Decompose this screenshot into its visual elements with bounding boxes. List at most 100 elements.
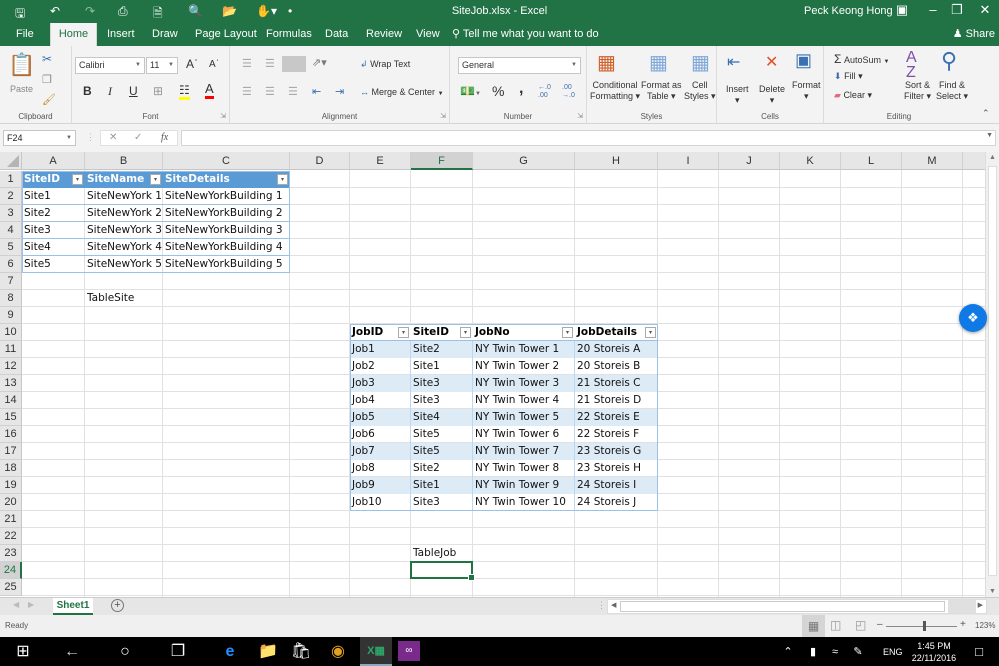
next-sheet-icon[interactable]: ▶	[28, 600, 34, 609]
table-cell[interactable]: SiteNewYorkBuilding 5	[163, 256, 290, 273]
row-header-1[interactable]: 1	[0, 171, 22, 188]
tab-data[interactable]: Data	[321, 23, 352, 46]
table-cell[interactable]: NY Twin Tower 3	[473, 375, 575, 392]
table-cell[interactable]: Site3	[22, 222, 85, 239]
wrap-text-button[interactable]: ↲ Wrap Text	[360, 59, 410, 70]
format-as-table-button[interactable]: Format as Table ▾	[641, 80, 682, 102]
row-header-21[interactable]: 21	[0, 511, 22, 528]
scroll-right-icon[interactable]: ▶	[978, 601, 983, 609]
table-cell[interactable]: Site5	[22, 256, 85, 273]
table-cell[interactable]: Site2	[411, 341, 473, 358]
align-right-icon[interactable]: ☰	[288, 85, 298, 98]
table-cell[interactable]: SiteNewYorkBuilding 1	[163, 188, 290, 205]
filter-dropdown-icon[interactable]: ▾	[460, 327, 471, 338]
table-cell[interactable]: SiteNewYorkBuilding 2	[163, 205, 290, 222]
table-cell[interactable]: Job2	[350, 358, 411, 375]
delete-button[interactable]: Delete ▾	[759, 84, 785, 106]
table-header-cell[interactable]: SiteName ▾	[85, 171, 163, 188]
filter-dropdown-icon[interactable]: ▾	[277, 174, 288, 185]
table-cell[interactable]: NY Twin Tower 10	[473, 494, 575, 511]
row-header-23[interactable]: 23	[0, 545, 22, 562]
insert-button[interactable]: Insert ▾	[726, 84, 749, 106]
filter-dropdown-icon[interactable]: ▾	[150, 174, 161, 185]
close-icon[interactable]: ✕	[975, 2, 995, 18]
prev-sheet-icon[interactable]: ◀	[13, 600, 19, 609]
table-cell[interactable]: SiteNewYork 5	[85, 256, 163, 273]
table-cell[interactable]: Site1	[411, 358, 473, 375]
find-select-button[interactable]: Find & Select ▾	[936, 80, 968, 102]
tell-me-box[interactable]: ⚲ Tell me what you want to do	[452, 23, 599, 46]
filter-dropdown-icon[interactable]: ▾	[645, 327, 656, 338]
number-format-select[interactable]: General ▼	[458, 57, 581, 74]
table-cell[interactable]: NY Twin Tower 6	[473, 426, 575, 443]
page-break-view-icon[interactable]: ◰	[855, 618, 866, 632]
cancel-icon[interactable]: ✕	[109, 132, 117, 143]
increase-decimal-icon[interactable]: ←.0.00	[538, 84, 551, 100]
scroll-left-icon[interactable]: ◀	[611, 601, 616, 609]
table-cell[interactable]: NY Twin Tower 9	[473, 477, 575, 494]
enter-check-icon[interactable]: ✓	[134, 132, 142, 143]
autosum-button[interactable]: Σ AutoSum ▼	[834, 52, 889, 66]
task-view-icon[interactable]: ❐	[165, 642, 191, 662]
show-hidden-icons[interactable]: ⌃	[775, 642, 801, 662]
windows-start-icon[interactable]: ⊞	[10, 642, 36, 662]
dialog-launcher-icon[interactable]: ⇲	[220, 112, 226, 120]
sort-filter-button[interactable]: Sort & Filter ▾	[904, 80, 931, 102]
currency-icon[interactable]: 💵▼	[460, 84, 481, 98]
dialog-launcher-icon[interactable]: ⇲	[577, 112, 583, 120]
row-header-10[interactable]: 10	[0, 324, 22, 341]
table-header-cell[interactable]: SiteID ▾	[411, 324, 473, 341]
table-cell[interactable]: 24 Storeis J	[575, 494, 658, 511]
insert-function-button[interactable]: fx	[161, 132, 168, 143]
row-header-2[interactable]: 2	[0, 188, 22, 205]
tab-insert[interactable]: Insert	[103, 23, 139, 46]
decrease-indent-icon[interactable]: ⇤	[312, 85, 321, 98]
column-header-m[interactable]: M	[902, 152, 963, 170]
normal-view-icon[interactable]: ▦	[802, 615, 825, 637]
paste-icon[interactable]: 📋	[8, 52, 35, 78]
table-cell[interactable]: NY Twin Tower 1	[473, 341, 575, 358]
formula-bar-splitter[interactable]: ⋮	[86, 132, 95, 143]
table-cell[interactable]: 21 Storeis D	[575, 392, 658, 409]
column-header-i[interactable]: I	[658, 152, 719, 170]
table-cell[interactable]: NY Twin Tower 7	[473, 443, 575, 460]
table-cell[interactable]: Job5	[350, 409, 411, 426]
table-cell[interactable]: Site1	[411, 477, 473, 494]
clear-button[interactable]: ▰ Clear ▾	[834, 90, 872, 101]
align-left-icon[interactable]: ☰	[242, 85, 252, 98]
column-header-l[interactable]: L	[841, 152, 902, 170]
table-cell[interactable]: Job10	[350, 494, 411, 511]
borders-icon[interactable]: ⊞	[153, 84, 163, 98]
zoom-in-icon[interactable]: +	[960, 619, 966, 630]
table-cell[interactable]: Site5	[411, 443, 473, 460]
row-header-3[interactable]: 3	[0, 205, 22, 222]
ribbon-display-options-icon[interactable]: ▣	[892, 2, 912, 18]
tab-page-layout[interactable]: Page Layout	[191, 23, 261, 46]
table-cell[interactable]: Site4	[22, 239, 85, 256]
horizontal-scrollbar[interactable]: ◀ ▶	[607, 599, 987, 614]
minimize-icon[interactable]: –	[923, 2, 943, 17]
table-header-cell[interactable]: JobDetails ▾	[575, 324, 658, 341]
table-cell[interactable]: Site2	[411, 460, 473, 477]
row-header-24[interactable]: 24	[0, 562, 22, 579]
increase-indent-icon[interactable]: ⇥	[335, 85, 344, 98]
table-cell[interactable]: Job3	[350, 375, 411, 392]
table-cell[interactable]: SiteNewYork 3	[85, 222, 163, 239]
table-cell[interactable]: Site3	[411, 494, 473, 511]
tab-review[interactable]: Review	[362, 23, 406, 46]
collapse-ribbon-icon[interactable]: ⌃	[982, 108, 990, 119]
row-header-6[interactable]: 6	[0, 256, 22, 273]
table-cell[interactable]: NY Twin Tower 4	[473, 392, 575, 409]
cut-icon[interactable]: ✂	[42, 52, 52, 66]
row-header-5[interactable]: 5	[0, 239, 22, 256]
align-middle-icon[interactable]: ☰	[265, 57, 275, 70]
table-cell[interactable]: Job7	[350, 443, 411, 460]
row-header-17[interactable]: 17	[0, 443, 22, 460]
align-bottom-button[interactable]	[282, 56, 306, 72]
table-header-cell[interactable]: JobID ▾	[350, 324, 411, 341]
edge-browser-icon[interactable]: e	[217, 642, 243, 662]
page-layout-view-icon[interactable]: ◫	[830, 618, 841, 632]
column-header-g[interactable]: G	[473, 152, 575, 170]
clock[interactable]: 1:45 PM 22/11/2016	[908, 640, 960, 664]
table-cell[interactable]: SiteNewYork 2	[85, 205, 163, 222]
